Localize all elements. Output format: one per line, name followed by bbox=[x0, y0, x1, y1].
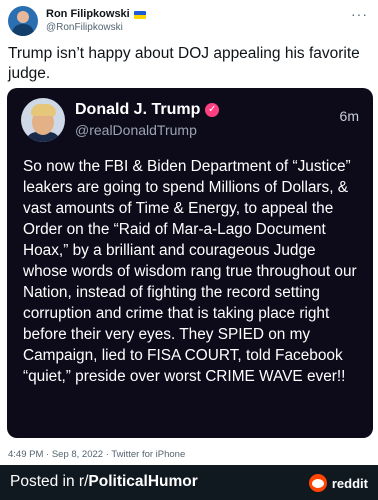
subreddit-name[interactable]: PoliticalHumor bbox=[88, 473, 197, 490]
author-avatar[interactable] bbox=[8, 6, 38, 36]
quoted-author-name-text: Donald J. Trump bbox=[75, 101, 201, 118]
quoted-post-card[interactable]: Donald J. Trump ✓ @realDonaldTrump 6m So… bbox=[7, 88, 373, 438]
verified-badge-icon: ✓ bbox=[205, 103, 220, 117]
quoted-post-time: 6m bbox=[339, 108, 359, 124]
tweet-text: Trump isn’t happy about DOJ appealing hi… bbox=[8, 45, 360, 82]
ukraine-flag-icon bbox=[133, 10, 146, 19]
author-name-text: Ron Filipkowski bbox=[46, 8, 130, 20]
tweet-timestamp[interactable]: 4:49 PM · Sep 8, 2022 · Twitter for iPho… bbox=[8, 449, 185, 460]
more-options-icon[interactable]: ··· bbox=[351, 6, 368, 22]
quoted-author-name[interactable]: Donald J. Trump ✓ bbox=[75, 100, 220, 120]
reddit-footer-bar: Posted in r/PoliticalHumor reddit bbox=[0, 465, 378, 500]
reddit-wordmark: reddit bbox=[331, 475, 368, 491]
quoted-post-header: Donald J. Trump ✓ @realDonaldTrump bbox=[21, 98, 220, 142]
tweet: Ron Filipkowski @RonFilipkowski ··· Trum… bbox=[0, 0, 378, 465]
quoted-author-avatar[interactable] bbox=[21, 98, 65, 142]
reddit-logo[interactable]: reddit bbox=[308, 474, 368, 492]
posted-in-label[interactable]: Posted in r/PoliticalHumor bbox=[10, 473, 198, 491]
quoted-author-handle[interactable]: @realDonaldTrump bbox=[75, 120, 219, 140]
author-name[interactable]: Ron Filipkowski bbox=[46, 8, 146, 21]
posted-in-prefix: Posted in r/ bbox=[10, 473, 89, 490]
author-handle[interactable]: @RonFilipkowski bbox=[46, 21, 146, 34]
quoted-post-body: So now the FBI & Biden Department of “Ju… bbox=[23, 158, 357, 385]
reddit-alien-icon bbox=[308, 474, 327, 492]
tweet-author[interactable]: Ron Filipkowski @RonFilipkowski bbox=[8, 6, 146, 36]
